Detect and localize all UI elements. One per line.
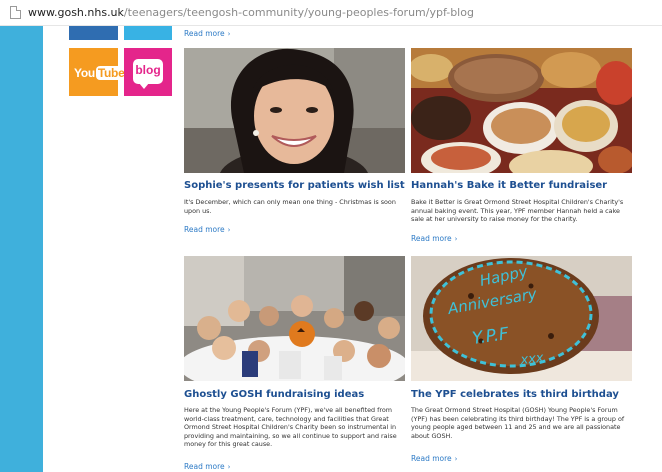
cakes-photo[interactable] bbox=[411, 48, 632, 173]
post-title[interactable]: Sophie's presents for patients wish list bbox=[184, 180, 405, 191]
url-host: www.gosh.nhs.uk bbox=[28, 6, 124, 19]
read-more-link[interactable]: Read more › bbox=[184, 225, 230, 234]
read-more-link[interactable]: Read more › bbox=[184, 462, 230, 471]
read-more-link[interactable]: Read more › bbox=[411, 454, 457, 463]
url-path: /teenagers/teengosh-community/young-peop… bbox=[123, 6, 474, 19]
blog-tile[interactable]: blog bbox=[124, 48, 172, 96]
page-icon bbox=[10, 6, 21, 19]
address-bar[interactable]: www.gosh.nhs.uk/teenagers/teengosh-commu… bbox=[0, 0, 662, 26]
twitter-tile[interactable] bbox=[124, 26, 172, 40]
sophie-photo[interactable] bbox=[184, 48, 405, 173]
facebook-tile[interactable] bbox=[69, 26, 118, 40]
post-excerpt: Bake it Better is Great Ormond Street Ho… bbox=[411, 198, 624, 224]
cookie-text-kisses: xxx bbox=[519, 351, 545, 368]
blog-icon: blog bbox=[133, 59, 163, 89]
post-title[interactable]: The YPF celebrates its third birthday bbox=[411, 389, 619, 400]
post-excerpt: It's December, which can only mean one t… bbox=[184, 198, 396, 215]
group-photo[interactable] bbox=[184, 256, 405, 381]
read-more-link-top[interactable]: Read more › bbox=[184, 29, 230, 38]
post-title[interactable]: Ghostly GOSH fundraising ideas bbox=[184, 389, 364, 400]
youtube-tile[interactable]: You Tube bbox=[69, 48, 127, 96]
post-excerpt: Here at the Young People's Forum (YPF), … bbox=[184, 406, 397, 449]
post-title[interactable]: Hannah's Bake it Better fundraiser bbox=[411, 180, 607, 191]
read-more-link[interactable]: Read more › bbox=[411, 234, 457, 243]
post-excerpt: The Great Ormond Street Hospital (GOSH) … bbox=[411, 406, 625, 440]
birthday-cookie-photo[interactable]: Happy Anniversary Y.P.F xxx bbox=[411, 256, 632, 381]
left-accent-bar bbox=[0, 26, 43, 472]
url-text[interactable]: www.gosh.nhs.uk/teenagers/teengosh-commu… bbox=[28, 6, 474, 19]
youtube-icon: You Tube bbox=[74, 66, 127, 80]
